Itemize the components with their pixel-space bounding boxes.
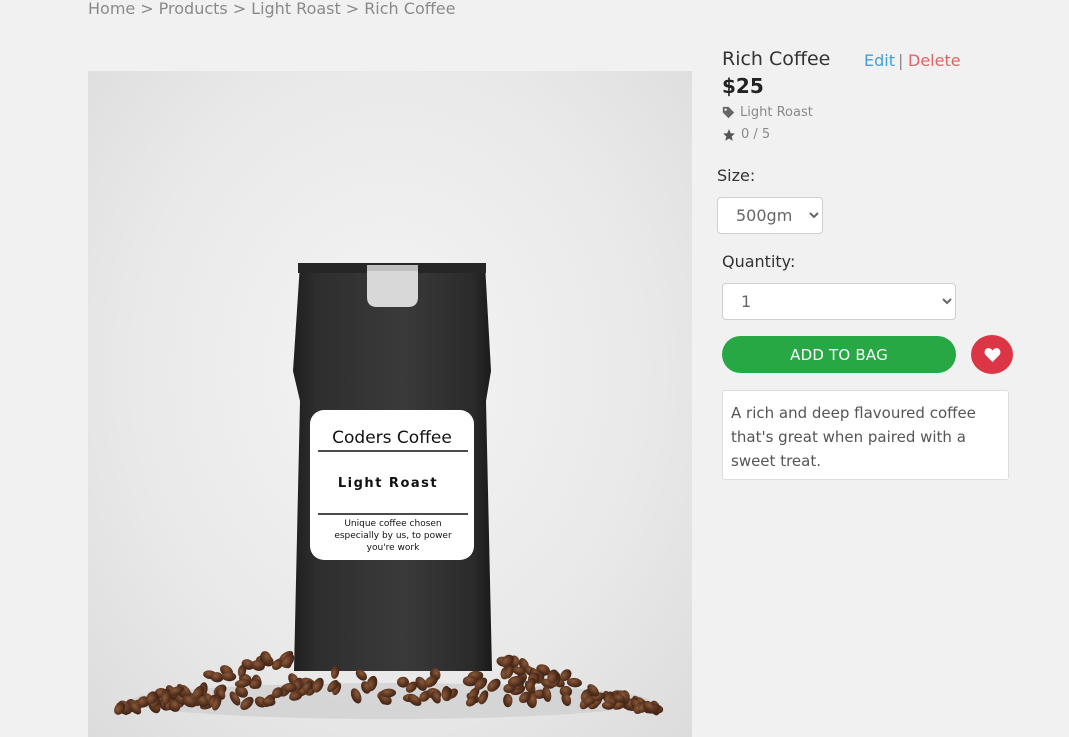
breadcrumb-separator: > (232, 0, 247, 18)
size-label: Size: (717, 166, 756, 185)
edit-link[interactable]: Edit (864, 51, 895, 70)
tag-icon (722, 106, 735, 119)
wishlist-button[interactable] (971, 335, 1013, 374)
bag-tagline-line-3: you're work (367, 543, 420, 553)
breadcrumb-separator: > (140, 0, 154, 18)
product-rating: 0 / 5 (722, 127, 770, 142)
breadcrumb-products[interactable]: Products (159, 0, 228, 18)
action-divider: | (898, 51, 904, 70)
quantity-label: Quantity: (722, 252, 796, 271)
bag-roast-text: Light Roast (338, 476, 438, 491)
product-image: Coders Coffee Light Roast Unique coffee … (88, 71, 692, 737)
product-category[interactable]: Light Roast (722, 105, 813, 120)
breadcrumb-separator: > (345, 0, 360, 18)
breadcrumb-current: Rich Coffee (364, 0, 456, 18)
rating-value: 0 / 5 (741, 127, 771, 142)
category-label: Light Roast (740, 105, 813, 120)
star-icon (723, 128, 735, 141)
product-title: Rich Coffee (722, 48, 831, 70)
delete-link[interactable]: Delete (908, 51, 961, 70)
breadcrumb-category[interactable]: Light Roast (251, 0, 341, 18)
heart-icon (984, 348, 1000, 362)
product-price: $25 (722, 74, 764, 98)
product-description: A rich and deep flavoured coffee that's … (722, 390, 1009, 480)
breadcrumb: Home > Products > Light Roast > Rich Coffee (88, 0, 455, 18)
bag-tagline-line-2: especially by us, to power (334, 531, 452, 541)
bag-tagline-line-1: Unique coffee chosen (344, 519, 441, 529)
size-select[interactable]: 500gm (717, 197, 823, 234)
quantity-select[interactable]: 1 (722, 283, 956, 320)
add-to-bag-button[interactable]: ADD TO BAG (722, 336, 956, 373)
bag-brand-text: Coders Coffee (332, 428, 452, 448)
breadcrumb-home[interactable]: Home (88, 0, 135, 18)
